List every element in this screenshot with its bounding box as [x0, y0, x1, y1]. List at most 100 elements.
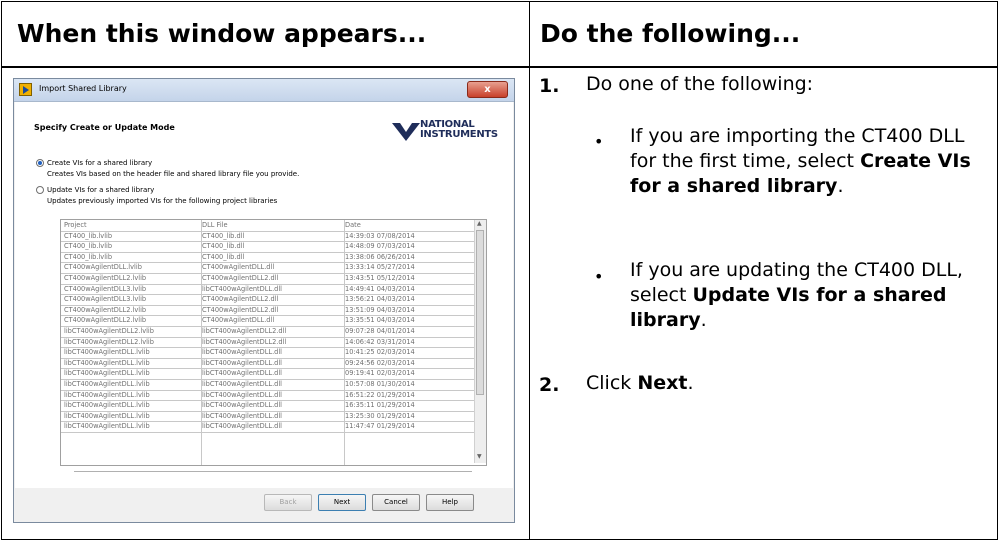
table-cell: libCT400wAgilentDLL.dll [202, 411, 283, 420]
table-row[interactable]: CT400wAgilentDLL2.lvlib CT400wAgilentDLL.… [61, 316, 476, 326]
table-cell: libCT400wAgilentDLL.lvlib [64, 358, 150, 367]
table-row[interactable]: CT400wAgilentDLL.lvlib CT400wAgilentDLL.d… [61, 263, 476, 273]
table-row[interactable]: CT400_lib.lvlib CT400_lib.dll 14:48:09 07/… [61, 242, 476, 252]
bullet-1-text: If you are importing the CT400 DLL for t… [630, 125, 971, 197]
table-cell: 14:06:42 03/31/2014 [345, 337, 415, 346]
table-cell: 09:07:28 04/01/2014 [345, 327, 415, 335]
close-button[interactable]: x [467, 81, 508, 98]
table-cell: CT400wAgilentDLL3.lvlib [64, 295, 147, 304]
table-cell: libCT400wAgilentDLL.dll [202, 380, 283, 388]
table-cell: CT400wAgilentDLL2.dll [202, 295, 279, 304]
table-row[interactable]: libCT400wAgilentDLL.lvlib libCT400wAgilen… [61, 359, 476, 369]
table-row[interactable]: libCT400wAgilentDLL.lvlib libCT400wAgilen… [61, 348, 476, 358]
ni-logo-text: NATIONAL INSTRUMENTS [420, 119, 498, 140]
table-row[interactable]: libCT400wAgilentDLL2.lvlib libCT400wAgile… [61, 327, 476, 337]
table-row[interactable]: libCT400wAgilentDLL.lvlib libCT400wAgilen… [61, 369, 476, 379]
table-row[interactable]: CT400_lib.lvlib CT400_lib.dll 13:38:06 06/… [61, 253, 476, 263]
table-cell: CT400_lib.lvlib [64, 252, 113, 261]
table-row[interactable]: libCT400wAgilentDLL.lvlib libCT400wAgilen… [61, 391, 476, 401]
table-cell: 13:25:30 01/29/2014 [345, 411, 415, 420]
project-libraries-table[interactable]: Project DLL File Date CT400_lib.lvlib CT400_… [60, 219, 487, 466]
table-cell: CT400_lib.dll [202, 252, 245, 261]
table-row[interactable]: libCT400wAgilentDLL.lvlib libCT400wAgilen… [61, 401, 476, 411]
table-row[interactable]: CT400wAgilentDLL2.lvlib CT400wAgilentDLL2… [61, 274, 476, 284]
create-vis-description: Creates VIs based on the header file and… [47, 170, 300, 178]
mode-heading: Specify Create or Update Mode [34, 123, 175, 132]
column-divider [529, 2, 530, 539]
table-cell: libCT400wAgilentDLL.lvlib [64, 422, 150, 431]
row-divider [61, 432, 476, 433]
table-cell: 10:57:08 01/30/2014 [345, 380, 415, 388]
dialog-titlebar: Import Shared Library x [14, 79, 514, 102]
table-cell: CT400wAgilentDLL.dll [202, 316, 275, 325]
create-vis-label: Create VIs for a shared library [47, 159, 153, 167]
table-cell: CT400_lib.lvlib [64, 231, 113, 240]
table-cell: CT400wAgilentDLL2.dll [202, 305, 279, 314]
table-cell: libCT400wAgilentDLL.dll [202, 358, 283, 367]
table-cell: libCT400wAgilentDLL.dll [202, 348, 283, 357]
table-cell: 14:39:03 07/08/2014 [345, 231, 415, 240]
table-row[interactable]: libCT400wAgilentDLL2.lvlib libCT400wAgile… [61, 338, 476, 348]
create-vis-radio[interactable] [36, 159, 44, 167]
next-button[interactable]: Next [318, 494, 366, 511]
table-cell: libCT400wAgilentDLL.dll [202, 284, 283, 293]
scroll-down-arrow-icon[interactable]: ▼ [477, 453, 482, 460]
table-cell: CT400wAgilentDLL2.lvlib [64, 316, 147, 325]
table-cell: 09:19:41 02/03/2014 [345, 369, 415, 378]
table-cell: 16:51:22 01/29/2014 [345, 390, 415, 399]
table-cell: libCT400wAgilentDLL2.dll [202, 337, 287, 346]
table-cell: 14:49:41 04/03/2014 [345, 284, 415, 293]
table-cell: CT400wAgilentDLL2.lvlib [64, 274, 147, 282]
table-cell: 14:48:09 07/03/2014 [345, 242, 415, 251]
table-cell: 13:43:51 05/12/2014 [345, 274, 415, 282]
help-button[interactable]: Help [426, 494, 474, 511]
table-cell: CT400wAgilentDLL3.lvlib [64, 284, 147, 293]
table-row[interactable]: libCT400wAgilentDLL.lvlib libCT400wAgilen… [61, 412, 476, 422]
table-cell: CT400wAgilentDLL2.dll [202, 274, 279, 282]
update-vis-radio[interactable] [36, 186, 44, 194]
table-cell: 09:24:56 02/03/2014 [345, 358, 415, 367]
scrollbar-thumb[interactable] [476, 230, 484, 395]
dialog-separator [74, 471, 472, 472]
back-button[interactable]: Back [264, 494, 312, 511]
step-1-number: 1. [539, 75, 560, 97]
table-cell: libCT400wAgilentDLL2.lvlib [64, 337, 154, 346]
table-cell: libCT400wAgilentDLL.lvlib [64, 411, 150, 420]
national-instruments-logo: NATIONAL INSTRUMENTS [392, 117, 507, 147]
step-1-text: Do one of the following: [586, 73, 814, 95]
bullet-2-text: If you are updating the CT400 DLL, selec… [630, 259, 963, 331]
table-cell: 16:35:11 01/29/2014 [345, 401, 415, 410]
table-cell: libCT400wAgilentDLL.lvlib [64, 348, 150, 357]
table-cell: 13:51:09 04/03/2014 [345, 305, 415, 314]
table-cell: 13:33:14 05/27/2014 [345, 263, 415, 272]
scroll-up-arrow-icon[interactable]: ▲ [477, 220, 482, 227]
table-cell: CT400wAgilentDLL.dll [202, 263, 275, 272]
labview-app-icon [19, 83, 32, 96]
column-divider [344, 220, 345, 465]
update-vis-label: Update VIs for a shared library [47, 186, 155, 194]
table-cell: libCT400wAgilentDLL.lvlib [64, 380, 150, 388]
table-cell: CT400_lib.dll [202, 231, 245, 240]
table-cell: CT400wAgilentDLL2.lvlib [64, 305, 147, 314]
table-row[interactable]: CT400wAgilentDLL3.lvlib CT400wAgilentDLL2… [61, 295, 476, 305]
table-cell: libCT400wAgilentDLL.dll [202, 401, 283, 410]
cancel-button[interactable]: Cancel [372, 494, 420, 511]
table-cell: 10:41:25 02/03/2014 [345, 348, 415, 357]
column-header: Project [64, 221, 87, 229]
left-column-header: When this window appears... [17, 19, 427, 48]
table-row[interactable]: CT400_lib.lvlib CT400_lib.dll 14:39:03 07/… [61, 232, 476, 242]
table-cell: 13:38:06 06/26/2014 [345, 252, 415, 261]
table-cell: CT400_lib.lvlib [64, 242, 113, 251]
table-cell: 13:35:51 04/03/2014 [345, 316, 415, 325]
table-cell: libCT400wAgilentDLL.dll [202, 369, 283, 378]
table-row[interactable]: libCT400wAgilentDLL.lvlib libCT400wAgilen… [61, 422, 476, 432]
table-scrollbar[interactable]: ▲ ▼ [474, 220, 486, 463]
table-cell: libCT400wAgilentDLL2.lvlib [64, 327, 154, 335]
table-cell: libCT400wAgilentDLL.dll [202, 422, 283, 431]
update-vis-description: Updates previously imported VIs for the … [47, 197, 278, 205]
table-row[interactable]: CT400wAgilentDLL2.lvlib CT400wAgilentDLL2… [61, 306, 476, 316]
table-row[interactable]: CT400wAgilentDLL3.lvlib libCT400wAgilentD… [61, 285, 476, 295]
table-row[interactable]: libCT400wAgilentDLL.lvlib libCT400wAgilen… [61, 380, 476, 390]
table-cell: libCT400wAgilentDLL.lvlib [64, 369, 150, 378]
table-cell: libCT400wAgilentDLL2.dll [202, 327, 287, 335]
